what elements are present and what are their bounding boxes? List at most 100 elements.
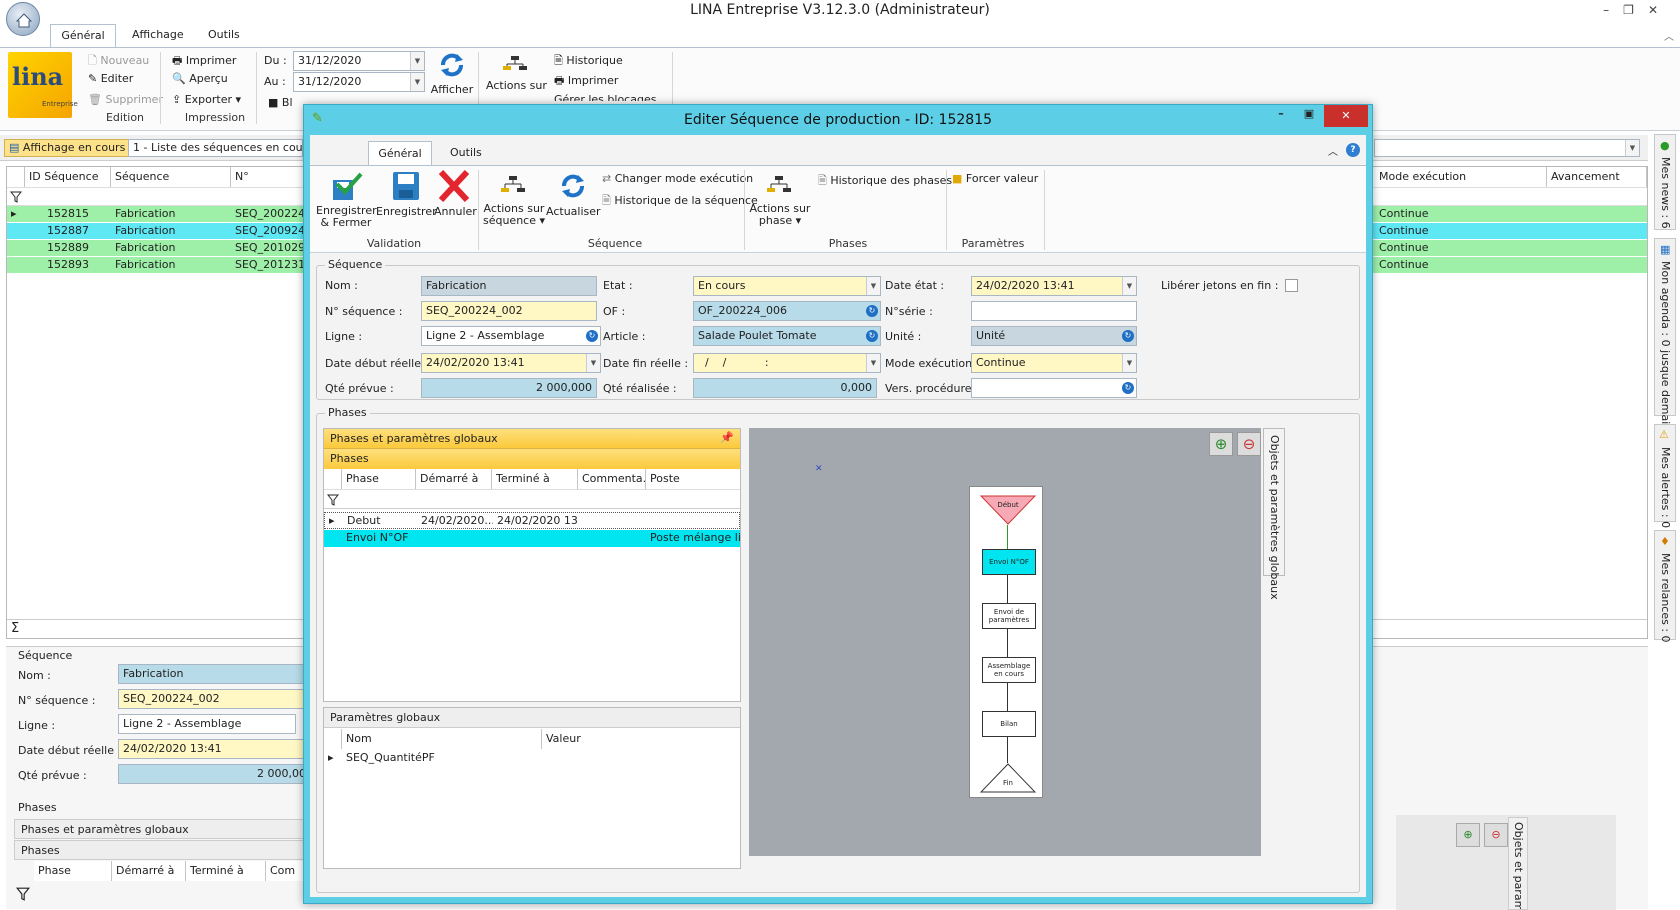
chevron-down-icon[interactable]: ▼	[866, 277, 880, 295]
chevron-down-icon[interactable]: ▼	[586, 354, 600, 372]
bl-button[interactable]: ■ Bl	[268, 96, 293, 109]
unite-field[interactable]: Unité ↻	[971, 326, 1137, 346]
param-row[interactable]: ▸ SEQ_QuantitéPF	[324, 750, 740, 767]
phase-filter-row[interactable]	[324, 489, 740, 509]
exporter-button[interactable]: ⇪ Exporter ▾	[172, 93, 241, 106]
node-assemblage[interactable]: Assemblage en cours	[982, 657, 1036, 683]
phase-col-end[interactable]: Terminé à	[492, 469, 578, 489]
col-header-sequence[interactable]: Séquence	[111, 167, 231, 187]
dialog-maximize-icon[interactable]: ▣	[1296, 107, 1322, 127]
of-field[interactable]: OF_200224_006 ↻	[693, 301, 881, 321]
help-icon[interactable]: ?	[1346, 143, 1360, 157]
side-tab-agenda[interactable]: ▦ Mon agenda : 0 jusque demain	[1654, 238, 1676, 431]
apercu-button[interactable]: 🔍 Aperçu	[172, 72, 228, 85]
bg-ligne-field[interactable]: Ligne 2 - Assemblage	[118, 714, 296, 734]
forcer-valeur-button[interactable]: ■ Forcer valeur	[952, 172, 1038, 185]
app-menu-orb[interactable]	[6, 2, 40, 36]
lookup-icon[interactable]: ↻	[1122, 382, 1134, 394]
mode-field[interactable]: Continue ▼	[971, 353, 1137, 373]
lookup-icon[interactable]: ↻	[1122, 330, 1134, 342]
enregistrer-fermer-button[interactable]: Enregistrer & Fermer	[316, 170, 377, 229]
dialog-ribbon-collapse-icon[interactable]: ︿	[1328, 143, 1338, 158]
historique-sequence-button[interactable]: 🗎 Historique de la séquence	[602, 192, 758, 211]
side-tab-relances[interactable]: ♦ Mes relances : 0	[1654, 530, 1676, 643]
lookup-icon[interactable]: ↻	[866, 330, 878, 342]
node-fin[interactable]: Fin	[980, 779, 1036, 787]
chevron-down-icon[interactable]: ▼	[410, 73, 424, 91]
node-bilan[interactable]: Bilan	[982, 711, 1036, 737]
actions-sequence-button[interactable]: Actions sur séquence ▾	[482, 174, 546, 227]
bg-zoom-out-icon[interactable]: ⊖	[1484, 823, 1508, 847]
col-header-avancement[interactable]: Avancement	[1547, 167, 1647, 187]
bg-zoom-in-icon[interactable]: ⊕	[1456, 823, 1480, 847]
liberer-checkbox[interactable]	[1285, 279, 1298, 292]
close-icon[interactable]: ✕	[1648, 3, 1672, 17]
historique-button[interactable]: 🗎 Historique	[554, 52, 623, 71]
phase-col-poste[interactable]: Poste	[646, 469, 740, 489]
chevron-down-icon[interactable]: ▼	[866, 354, 880, 372]
params-col-nom[interactable]: Nom	[342, 729, 542, 749]
nserie-field[interactable]	[971, 301, 1137, 321]
filter-dropdown-right[interactable]: ▼	[1374, 139, 1640, 157]
bg-nom-field[interactable]: Fabrication	[118, 664, 318, 684]
node-envoi-of[interactable]: Envoi N°OF	[982, 549, 1036, 575]
tab-general[interactable]: Général	[50, 24, 116, 48]
datefin-field[interactable]: / / : ▼	[693, 353, 881, 373]
dialog-close-icon[interactable]: ✕	[1324, 105, 1368, 127]
side-tab-news[interactable]: ● Mes news : 6	[1654, 134, 1676, 230]
lookup-icon[interactable]: ↻	[866, 305, 878, 317]
afficher-button[interactable]: Afficher	[430, 50, 474, 96]
bg-side-tab[interactable]: Objets et param	[1508, 817, 1528, 910]
imprimer2-button[interactable]: 🖶 Imprimer	[554, 72, 618, 91]
node-debut[interactable]: Début	[980, 501, 1036, 509]
historique-phases-button[interactable]: 🗎 Historique des phases	[818, 172, 952, 191]
tab-outils[interactable]: Outils	[208, 28, 240, 41]
chevron-down-icon[interactable]: ▼	[1625, 140, 1639, 156]
side-tab-alertes[interactable]: ⚠ Mes alertes : 0	[1654, 424, 1676, 528]
col-header-id[interactable]: ID Séquence	[25, 167, 111, 187]
nouveau-button[interactable]: 🗋 Nouveau	[88, 52, 149, 71]
chevron-down-icon[interactable]: ▼	[1122, 354, 1136, 372]
dialog-minimize-icon[interactable]: –	[1268, 107, 1294, 127]
phase-col-start[interactable]: Démarré à	[416, 469, 492, 489]
article-field[interactable]: Salade Poulet Tomate ↻	[693, 326, 881, 346]
numseq-field[interactable]: SEQ_200224_002	[421, 301, 597, 321]
qte-field[interactable]: 2 000,000	[421, 378, 597, 398]
phase-row[interactable]: ▸ Debut 24/02/2020... 24/02/2020 13...	[324, 512, 740, 529]
qter-field[interactable]: 0,000	[693, 378, 877, 398]
bg-col-start[interactable]: Démarré à	[112, 861, 186, 881]
pin-icon[interactable]: 📌	[720, 431, 734, 444]
col-header-mode[interactable]: Mode exécution	[1375, 167, 1547, 187]
bg-col-phase[interactable]: Phase	[34, 861, 112, 881]
bg-numseq-field[interactable]: SEQ_200224_002	[118, 689, 318, 709]
maximize-icon[interactable]: ❐	[1623, 3, 1648, 17]
diagram-canvas[interactable]: ✕ Début Envoi N°OF Envoi de paramètres A…	[749, 428, 1261, 856]
bg-qte-field[interactable]: 2 000,000	[118, 764, 318, 784]
bg-col-end[interactable]: Terminé à	[186, 861, 266, 881]
vers-field[interactable]: ↻	[971, 378, 1137, 398]
zoom-out-icon[interactable]: ⊖	[1237, 432, 1261, 456]
tab-affichage[interactable]: Affichage	[132, 28, 184, 41]
bg-datedeb-field[interactable]: 24/02/2020 13:41	[118, 739, 318, 759]
chevron-down-icon[interactable]: ▼	[1122, 277, 1136, 295]
minimize-icon[interactable]: –	[1603, 3, 1623, 17]
zoom-in-icon[interactable]: ⊕	[1209, 432, 1233, 456]
ribbon-collapse-icon[interactable]: ︿	[1664, 28, 1674, 43]
supprimer-button[interactable]: 🗑 Supprimer	[88, 93, 163, 106]
dateetat-field[interactable]: 24/02/2020 13:41 ▼	[971, 276, 1137, 296]
dialog-tab-outils[interactable]: Outils	[450, 146, 482, 159]
filter-select[interactable]: 1 - Liste des séquences en cours	[128, 139, 303, 157]
etat-field[interactable]: En cours ▼	[693, 276, 881, 296]
phase-col-comment[interactable]: Commenta...	[578, 469, 646, 489]
datedeb-field[interactable]: 24/02/2020 13:41 ▼	[421, 353, 601, 373]
actions-sur-button[interactable]: Actions sur	[486, 54, 547, 92]
imprimer-button[interactable]: 🖶 Imprimer	[172, 52, 236, 71]
annuler-button[interactable]: Annuler	[434, 169, 477, 218]
au-date-field[interactable]: 31/12/2020 ▼	[293, 72, 425, 92]
col-header-num[interactable]: N°	[231, 167, 311, 187]
actions-phase-button[interactable]: Actions sur phase ▾	[748, 174, 812, 227]
gerer-blocages-button[interactable]: Gérer les blocages	[554, 93, 656, 101]
phase-row[interactable]: Envoi N°OF Poste mélange li...	[324, 530, 740, 547]
phase-col-phase[interactable]: Phase	[342, 469, 416, 489]
objets-params-side-tab[interactable]: Objets et paramètres globaux	[1263, 428, 1285, 600]
